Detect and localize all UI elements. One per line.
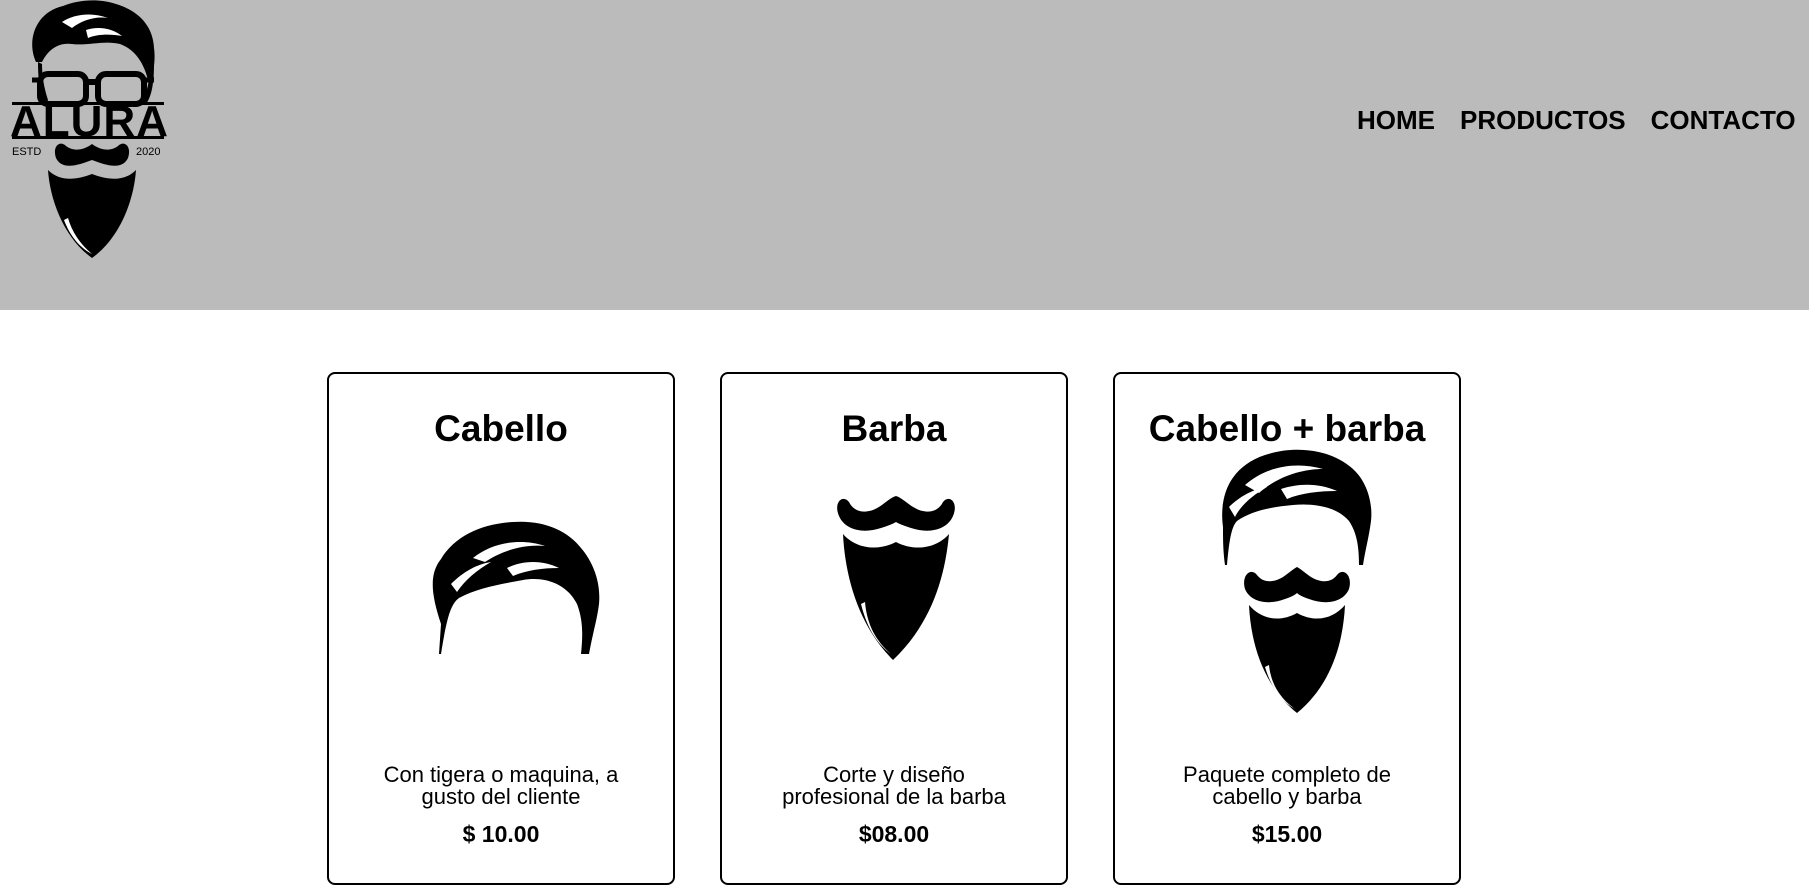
product-card-cabello: Cabello Con tigera o maquina, a gusto de…: [327, 372, 675, 885]
product-title: Cabello: [434, 408, 568, 449]
nav-home-link[interactable]: HOME: [1357, 100, 1435, 140]
product-card-barba: Barba Corte y diseño profesional de la b…: [720, 372, 1068, 885]
product-image: [722, 469, 1066, 749]
product-description: Paquete completo de cabello y barba: [1183, 762, 1391, 809]
product-title: Barba: [841, 408, 947, 449]
beard-icon: [837, 496, 955, 660]
nav-productos-link[interactable]: PRODUCTOS: [1460, 100, 1626, 140]
logo-year-text: 2020: [136, 146, 161, 158]
product-description: Con tigera o maquina, a gusto del client…: [383, 762, 619, 809]
alura-logo[interactable]: ALURA ESTD 2020: [8, 0, 168, 262]
product-price: $08.00: [858, 821, 930, 847]
product-price: $ 10.00: [462, 821, 540, 847]
product-description: Corte y diseño profesional de la barba: [782, 762, 1006, 809]
logo-wordmark: ALURA: [10, 97, 169, 146]
product-card-cabello-barba: Cabello + barba Paquete completo de cabe…: [1113, 372, 1461, 885]
site-header: ALURA ESTD 2020 HOME PRODUCTOS CONTACTO: [0, 0, 1809, 310]
hair-and-beard-icon: [1222, 449, 1372, 713]
product-image: [1115, 449, 1459, 749]
product-image: [329, 469, 673, 749]
nav-contacto-link[interactable]: CONTACTO: [1651, 100, 1796, 140]
logo-estd-text: ESTD: [12, 146, 42, 158]
main-nav: HOME PRODUCTOS CONTACTO: [1357, 100, 1809, 140]
hair-icon: [432, 521, 600, 654]
product-price: $15.00: [1251, 821, 1323, 847]
